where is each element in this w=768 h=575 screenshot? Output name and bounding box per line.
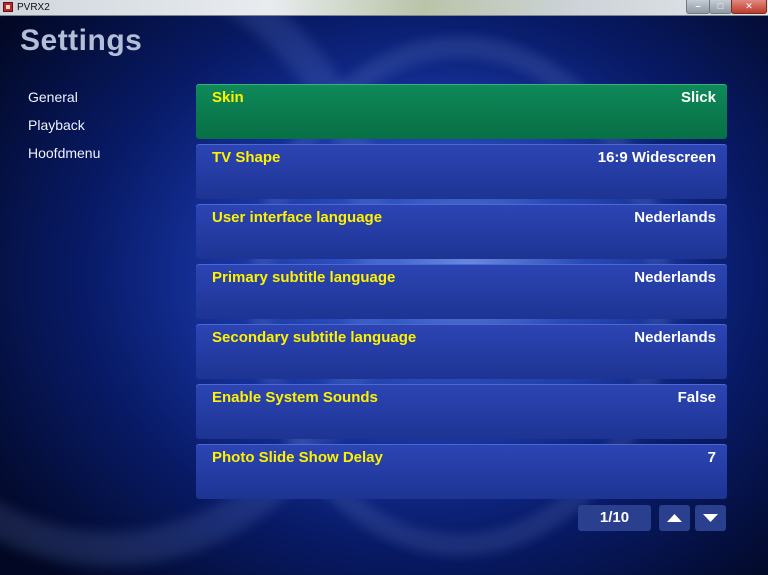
- maximize-button[interactable]: □: [709, 0, 732, 14]
- window-title-bar: PVRX2 – □ ✕: [0, 0, 768, 16]
- setting-value: Nederlands: [634, 269, 716, 286]
- setting-label: TV Shape: [212, 149, 281, 166]
- setting-label: Primary subtitle language: [212, 269, 396, 286]
- close-button[interactable]: ✕: [731, 0, 767, 14]
- setting-row-slideshow-delay[interactable]: Photo Slide Show Delay 7: [196, 444, 727, 499]
- sidebar-item-hoofdmenu[interactable]: Hoofdmenu: [28, 144, 100, 172]
- sidebar-item-general[interactable]: General: [28, 88, 100, 116]
- sidebar-item-playback[interactable]: Playback: [28, 116, 100, 144]
- page-up-button[interactable]: [659, 505, 690, 531]
- setting-value: Nederlands: [634, 209, 716, 226]
- app-icon: [3, 2, 13, 12]
- minimize-button[interactable]: –: [686, 0, 710, 14]
- setting-row-primary-subtitle[interactable]: Primary subtitle language Nederlands: [196, 264, 727, 319]
- setting-value: Slick: [680, 89, 716, 106]
- arrow-down-icon: [703, 514, 718, 522]
- setting-row-ui-language[interactable]: User interface language Nederlands: [196, 204, 727, 259]
- window-title: PVRX2: [17, 2, 50, 13]
- page-title: Settings: [20, 24, 143, 57]
- setting-label: Secondary subtitle language: [212, 329, 417, 346]
- page-down-button[interactable]: [695, 505, 726, 531]
- setting-value: Nederlands: [634, 329, 716, 346]
- setting-label: Enable System Sounds: [212, 389, 378, 406]
- setting-row-system-sounds[interactable]: Enable System Sounds False: [196, 384, 727, 439]
- settings-screen: Settings General Playback Hoofdmenu Skin…: [0, 16, 768, 575]
- page-indicator: 1/10: [578, 505, 651, 531]
- setting-value: False: [677, 389, 716, 406]
- arrow-up-icon: [667, 514, 682, 522]
- setting-label: User interface language: [212, 209, 383, 226]
- setting-value: 16:9 Widescreen: [597, 149, 716, 166]
- setting-row-skin[interactable]: Skin Slick: [196, 84, 727, 139]
- settings-list: Skin Slick TV Shape 16:9 Widescreen User…: [196, 84, 727, 504]
- sidebar: General Playback Hoofdmenu: [28, 88, 100, 172]
- setting-label: Photo Slide Show Delay: [212, 449, 383, 466]
- setting-row-secondary-subtitle[interactable]: Secondary subtitle language Nederlands: [196, 324, 727, 379]
- setting-label: Skin: [212, 89, 244, 106]
- setting-row-tv-shape[interactable]: TV Shape 16:9 Widescreen: [196, 144, 727, 199]
- setting-value: 7: [707, 449, 716, 466]
